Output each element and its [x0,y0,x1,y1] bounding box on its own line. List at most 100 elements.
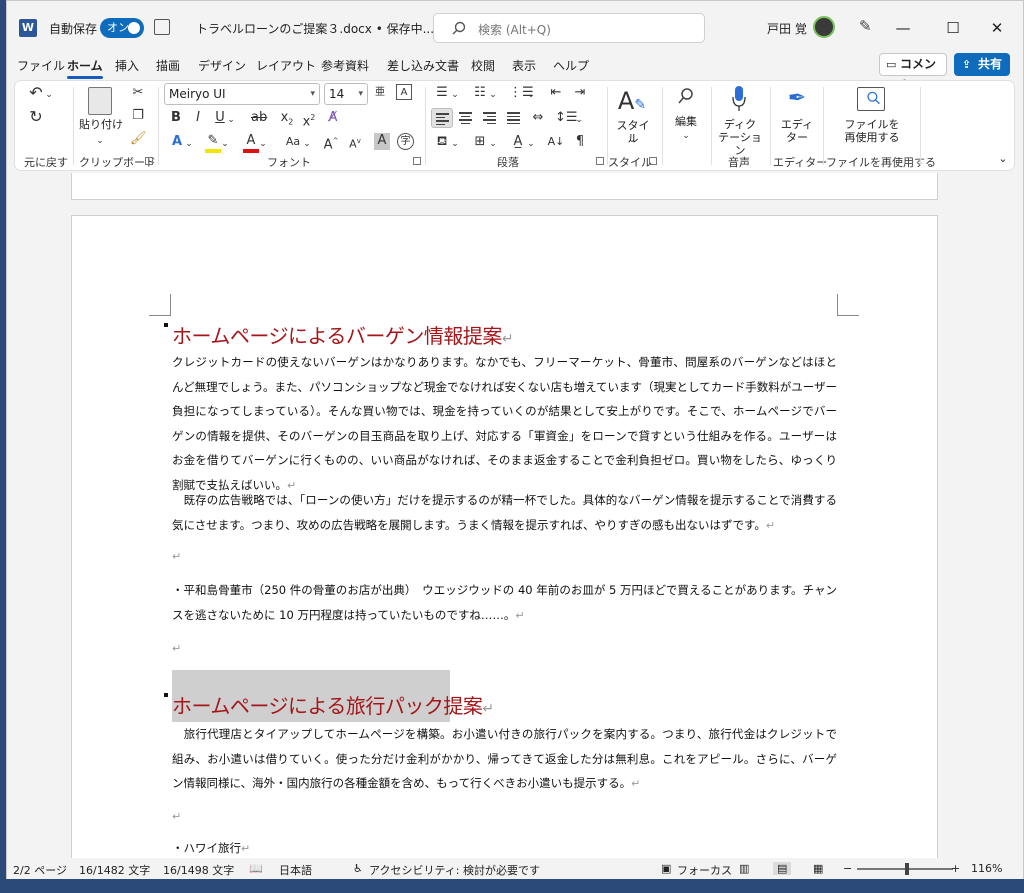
cut-icon[interactable]: ✂ [130,85,146,101]
styles-icon[interactable]: A✎ [617,87,647,115]
comment-button[interactable]: ▭ コメント [879,53,947,92]
font-launcher-icon[interactable] [413,157,421,165]
zoom-slider-thumb[interactable] [904,863,909,875]
close-button[interactable]: ✕ [977,13,1017,43]
reuse-button-label[interactable]: ファイルを 再使用する [837,118,907,144]
print-layout-icon[interactable]: ▤ [773,862,792,875]
chevron-down-icon[interactable]: ⌄ [45,87,53,103]
bold-icon[interactable]: B [169,110,183,126]
align-left-button[interactable] [431,108,453,128]
borders-icon[interactable]: ⊞ [471,134,489,150]
tab-draw[interactable]: 描画 [156,57,180,74]
clipboard-launcher-icon[interactable] [145,157,153,165]
chevron-down-icon[interactable]: ⌄ [575,112,583,128]
language[interactable]: 日本語 [279,862,312,878]
focus-label[interactable]: フォーカス [677,862,732,878]
paragraph[interactable]: 旅行代理店とタイアップしてホームページを構築。お小遣い付きの旅行パックを案内する… [172,722,837,797]
asian-layout-icon[interactable]: A̲ [509,134,527,150]
heading-1[interactable]: ホームページによるバーゲン情報提案↵ [172,320,514,349]
word-count[interactable]: 16/1482 文字 [79,862,150,878]
font-color-icon[interactable]: A [243,133,259,153]
redo-icon[interactable]: ↻ [27,109,45,125]
multilevel-list-icon[interactable]: ⋮☰ [509,85,534,101]
search-input[interactable]: 検索 (Alt+Q) [433,13,705,43]
tab-home[interactable]: ホーム [67,57,103,79]
tab-insert[interactable]: 挿入 [115,57,139,74]
zoom-level[interactable]: 116% [971,862,1002,875]
chevron-down-icon[interactable]: ⌄ [527,87,535,103]
shading-icon[interactable]: ⛾ [433,134,451,150]
show-marks-icon[interactable]: ¶ [571,134,589,150]
increase-indent-icon[interactable]: ⇥ [571,85,589,101]
maximize-button[interactable]: ☐ [933,13,973,43]
font-size-select[interactable]: 14 ▾ [324,83,368,105]
web-layout-icon[interactable]: ▦ [813,862,823,875]
chevron-down-icon[interactable]: ⌄ [259,136,267,152]
paste-icon[interactable] [88,87,112,115]
strikethrough-icon[interactable]: ab [251,110,267,126]
tab-mailings[interactable]: 差し込み文書 [387,57,459,74]
tab-references[interactable]: 参考資料 [321,57,369,74]
read-mode-icon[interactable]: ▥ [739,862,749,875]
chevron-down-icon[interactable]: ⌄ [489,87,497,103]
chevron-down-icon[interactable]: ⌄ [227,112,235,128]
heading-2[interactable]: ホームページによる旅行パック提案↵ [172,690,494,719]
share-button[interactable]: ⇪ 共有 [954,53,1010,76]
empty-paragraph[interactable]: ↵ [172,642,181,655]
empty-paragraph[interactable]: ↵ [172,550,181,563]
numbering-icon[interactable]: ☷ [471,85,489,101]
page-count[interactable]: 2/2 ページ [13,862,67,878]
grow-font-icon[interactable]: A^ [323,133,339,153]
bullets-icon[interactable]: ☰ [433,85,451,101]
highlight-icon[interactable]: ✎ [205,133,221,153]
word-count-total[interactable]: 16/1498 文字 [163,862,234,878]
tab-layout[interactable]: レイアウト [256,57,316,74]
paragraph[interactable]: クレジットカードの使えないバーゲンはかなりあります。なかでも、フリーマーケット、… [172,350,837,498]
document-page[interactable]: ホームページによるバーゲン情報提案↵ クレジットカードの使えないバーゲンはかなり… [71,215,938,858]
editor-icon[interactable]: ✒ [783,85,811,113]
tab-review[interactable]: 校閲 [471,57,495,74]
user-name[interactable]: 戸田 覚 [767,20,807,37]
subscript-icon[interactable]: x2 [279,110,295,131]
underline-icon[interactable]: U [213,110,227,126]
italic-icon[interactable]: I [191,110,205,126]
collapse-ribbon-icon[interactable]: ⌄ [997,151,1009,167]
distributed-icon[interactable]: ⇔ [529,110,547,126]
chevron-down-icon[interactable]: ⌄ [451,87,459,103]
save-icon[interactable] [154,19,170,35]
empty-paragraph[interactable]: ↵ [172,810,181,823]
zoom-out-button[interactable]: − [843,862,852,875]
paragraph[interactable]: ・ハワイ旅行↵ [172,836,837,858]
editor-button-label[interactable]: エディ ター [775,118,819,144]
character-border-icon[interactable]: A [396,84,412,100]
accessibility-status[interactable]: アクセシビリティ: 検討が必要です [369,862,540,878]
chevron-down-icon[interactable]: ⌄ [451,136,459,152]
font-name-select[interactable]: Meiryo UI ▾ [164,83,320,105]
chevron-down-icon[interactable]: ⌄ [627,132,637,148]
tab-design[interactable]: デザイン [198,57,246,74]
paste-label[interactable]: 貼り付け [79,118,123,131]
zoom-in-button[interactable]: + [951,862,960,875]
format-painter-icon[interactable]: 🖌 [130,131,147,147]
styles-launcher-icon[interactable] [649,157,657,165]
focus-icon[interactable]: ▣ [661,862,671,875]
tab-view[interactable]: 表示 [512,57,536,74]
book-icon[interactable]: 📖 [249,862,263,875]
paragraph-launcher-icon[interactable] [596,157,604,165]
decrease-indent-icon[interactable]: ⇤ [547,85,565,101]
reuse-files-icon[interactable] [857,87,885,111]
pen-icon[interactable]: ✎ [859,17,877,35]
document-title[interactable]: トラベルローンのご提案３.docx • 保存中... ⌄ [196,20,448,37]
undo-icon[interactable]: ↶ [27,85,45,101]
editing-button-label[interactable]: 編集 [669,115,703,128]
clear-formatting-icon[interactable]: A̸ [325,110,341,126]
copy-icon[interactable]: ❐ [130,108,146,124]
chevron-down-icon[interactable]: ⌄ [221,136,229,152]
microphone-icon[interactable] [731,85,747,113]
enclose-characters-icon[interactable]: 字 [397,133,414,150]
chevron-down-icon[interactable]: ⌄ [489,136,497,152]
tab-file[interactable]: ファイル [17,57,65,74]
phonetic-guide-icon[interactable]: 亜 [373,85,387,101]
text-effects-icon[interactable]: A [169,134,185,150]
chevron-down-icon[interactable]: ⌄ [185,136,193,152]
